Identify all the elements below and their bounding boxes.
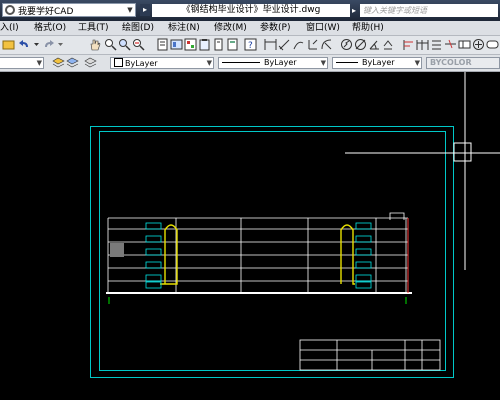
standard-toolbar: ? <box>0 36 500 55</box>
chevron-down-icon: ▼ <box>206 59 212 67</box>
chevron-down-icon: ▼ <box>36 59 42 67</box>
redo-dropdown-icon[interactable] <box>54 38 67 51</box>
linetype-control[interactable]: ByLayer ▼ <box>218 57 328 69</box>
properties-icon[interactable] <box>156 38 169 51</box>
menu-help[interactable]: 帮助(H) <box>352 22 384 34</box>
inner-border <box>99 131 446 371</box>
search-input[interactable]: 键入关键字或短语 <box>360 4 498 17</box>
menu-format[interactable]: 格式(O) <box>34 22 66 34</box>
roof-corner <box>389 212 405 220</box>
chevron-down-icon: ▼ <box>127 6 133 14</box>
lineweight-value: ByLayer <box>362 58 395 67</box>
elevation-tags-left <box>145 222 162 289</box>
continue-dim-icon[interactable] <box>416 38 429 51</box>
chevron-down-icon: ▼ <box>414 59 420 67</box>
angular-dim-icon[interactable] <box>368 38 381 51</box>
svg-text:?: ? <box>248 41 253 51</box>
ordinate-dim-icon[interactable] <box>306 38 319 51</box>
menu-modify[interactable]: 修改(M) <box>214 22 247 34</box>
linetype-preview-icon <box>222 62 260 63</box>
document-title: 《钢结构毕业设计》毕业设计.dwg <box>152 4 350 17</box>
zoom-window-icon[interactable] <box>118 38 131 51</box>
workspace-label: 我要学好CAD <box>18 6 74 17</box>
menu-insert[interactable]: 入(I) <box>0 22 19 34</box>
title-block <box>299 339 441 371</box>
elevation-tags-right <box>355 222 372 289</box>
crosshair-cursor <box>345 72 500 270</box>
title-bar: 我要学好CAD ▼ ▸ 《钢结构毕业设计》毕业设计.dwg ▸ 键入关键字或短语 <box>0 0 500 21</box>
make-current-layer-icon[interactable] <box>52 56 65 69</box>
baseline-dim-icon[interactable] <box>402 38 415 51</box>
plotstyle-control[interactable]: BYCOLOR <box>426 57 500 69</box>
gear-icon <box>5 5 15 15</box>
zoom-previous-icon[interactable] <box>132 38 145 51</box>
drawing-canvas[interactable] <box>0 72 500 400</box>
radius-dim-icon[interactable] <box>320 38 333 51</box>
menu-tools[interactable]: 工具(T) <box>78 22 109 34</box>
plotstyle-value: BYCOLOR <box>430 58 472 67</box>
zoom-realtime-icon[interactable] <box>104 38 117 51</box>
color-control[interactable]: ByLayer ▼ <box>110 57 214 69</box>
workspace-dropdown[interactable]: 我要学好CAD ▼ <box>2 3 136 17</box>
aligned-dim-icon[interactable] <box>278 38 291 51</box>
center-mark-icon[interactable] <box>472 38 485 51</box>
help-icon[interactable]: ? <box>244 38 257 51</box>
menu-dimension[interactable]: 标注(N) <box>168 22 200 34</box>
menu-window[interactable]: 窗口(W) <box>306 22 340 34</box>
color-swatch-icon <box>114 58 123 67</box>
pan-icon[interactable] <box>88 38 101 51</box>
match-layer-icon[interactable] <box>84 56 97 69</box>
markup-icon[interactable] <box>212 38 225 51</box>
menu-bar: 入(I) 格式(O) 工具(T) 绘图(D) 标注(N) 修改(M) 参数(P)… <box>0 21 500 36</box>
sheet-set-icon[interactable] <box>198 38 211 51</box>
linear-dim-icon[interactable] <box>264 38 277 51</box>
properties-toolbar: ▼ ByLayer ▼ ByLayer ▼ ByLayer ▼ BYCOLOR <box>0 55 500 72</box>
design-center-icon[interactable] <box>170 38 183 51</box>
inspection-icon[interactable] <box>486 38 499 51</box>
title-arrow-icon: ▸ <box>352 6 357 15</box>
quickcalc-icon[interactable] <box>226 38 239 51</box>
grip-square[interactable] <box>110 243 124 257</box>
building-elevation <box>106 212 412 304</box>
menu-parametric[interactable]: 参数(P) <box>260 22 290 34</box>
yellow-column-left <box>160 224 178 285</box>
quick-access-menu-button[interactable]: ▸ <box>140 4 150 16</box>
arc-length-icon[interactable] <box>292 38 305 51</box>
tool-palettes-icon[interactable] <box>184 38 197 51</box>
lineweight-preview-icon <box>336 62 358 63</box>
chevron-down-icon: ▼ <box>320 59 326 67</box>
dim-space-icon[interactable] <box>430 38 443 51</box>
tolerance-icon[interactable] <box>458 38 471 51</box>
menu-draw[interactable]: 绘图(D) <box>122 22 154 34</box>
diameter-dim-icon[interactable] <box>354 38 367 51</box>
linetype-value: ByLayer <box>264 58 297 67</box>
yellow-column-right <box>340 224 355 285</box>
layer-states-icon[interactable] <box>66 56 79 69</box>
jogged-dim-icon[interactable] <box>340 38 353 51</box>
dim-break-icon[interactable] <box>444 38 457 51</box>
layer-icon[interactable] <box>2 38 15 51</box>
quick-dim-icon[interactable] <box>382 38 395 51</box>
lineweight-control[interactable]: ByLayer ▼ <box>332 57 422 69</box>
color-value: ByLayer <box>125 59 158 68</box>
layer-combo[interactable]: ▼ <box>0 57 44 69</box>
